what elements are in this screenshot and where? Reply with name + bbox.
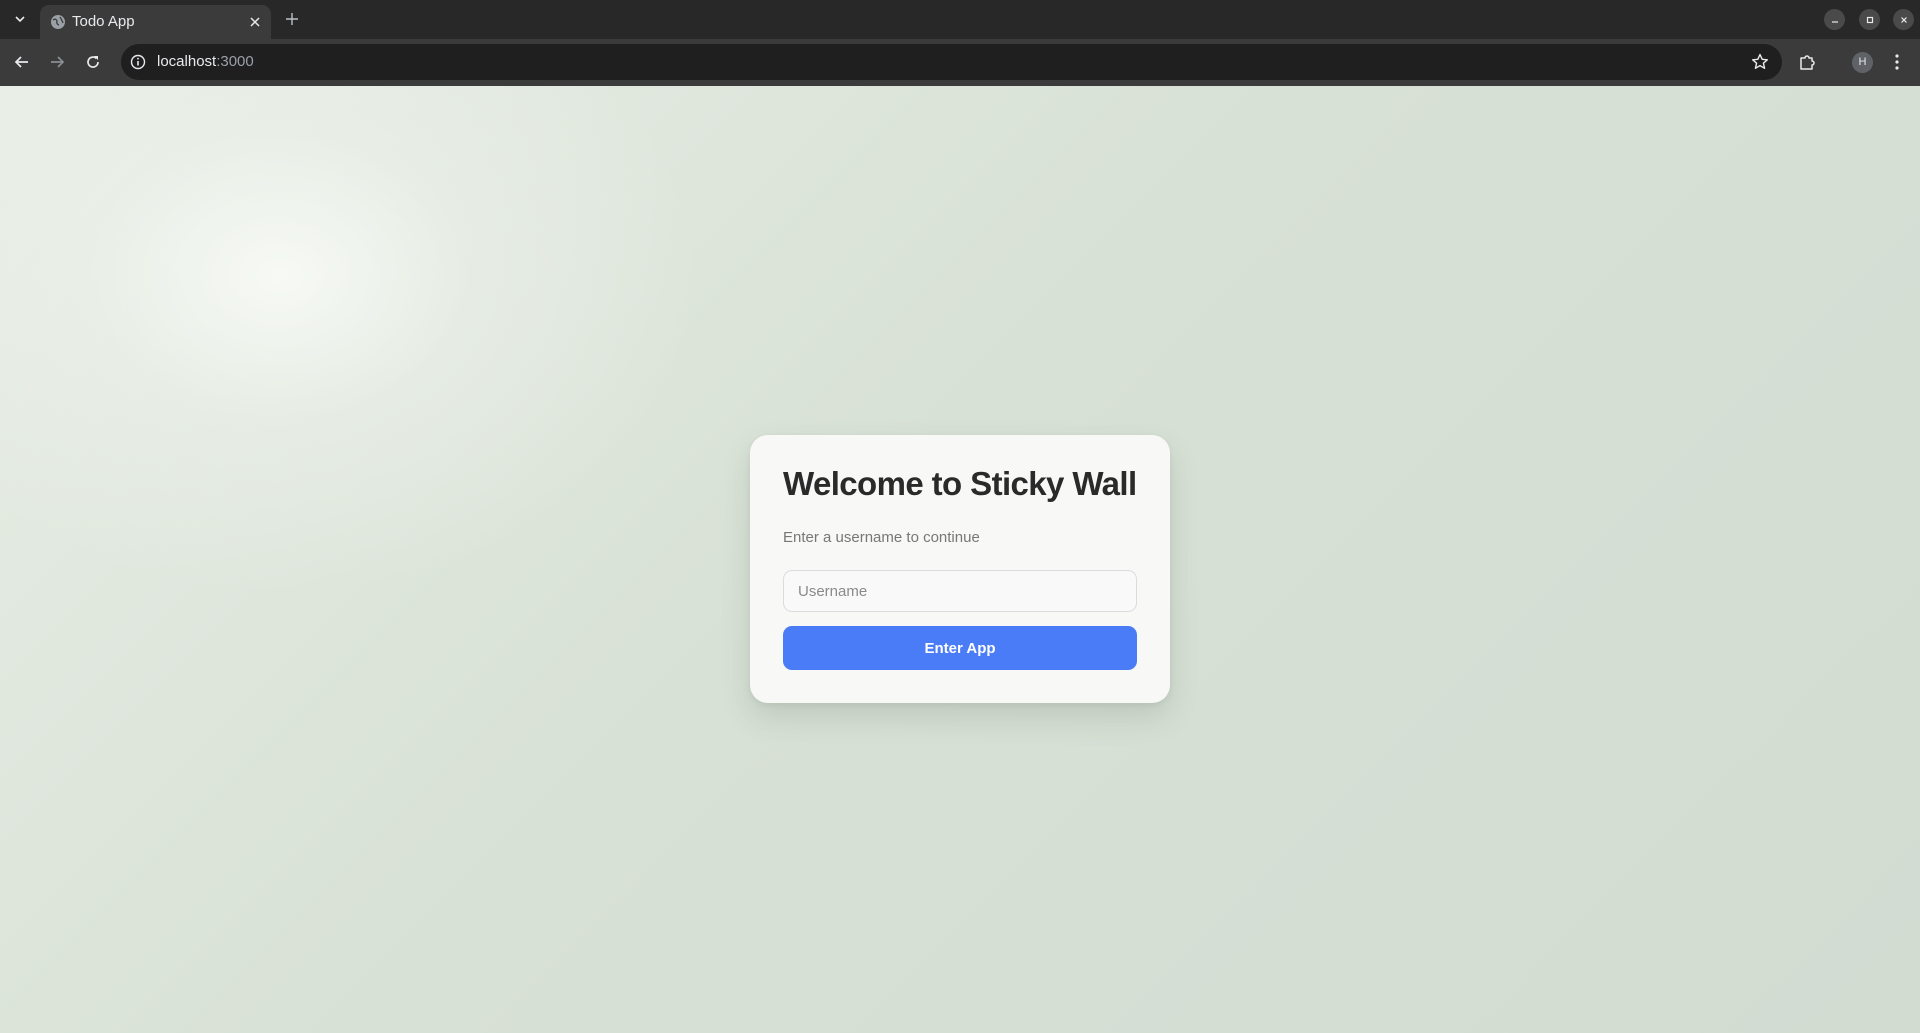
close-window-button[interactable] <box>1893 9 1914 30</box>
forward-button[interactable] <box>46 51 68 73</box>
plus-icon <box>286 13 298 25</box>
arrow-right-icon <box>51 56 65 68</box>
new-tab-button[interactable] <box>282 9 302 29</box>
tab-search-button[interactable] <box>8 8 32 30</box>
browser-tab-bar: Todo App <box>0 0 1920 39</box>
url-text: localhost:3000 <box>157 44 254 80</box>
minimize-icon <box>1831 20 1838 23</box>
extensions-button[interactable] <box>1797 51 1819 73</box>
enter-app-button[interactable]: Enter App <box>783 626 1137 670</box>
address-bar[interactable]: localhost:3000 <box>121 44 1782 80</box>
browser-tab-active[interactable]: Todo App <box>40 5 271 39</box>
login-card: Welcome to Sticky Wall Enter a username … <box>750 435 1170 703</box>
maximize-icon <box>1866 16 1873 23</box>
chevron-down-icon <box>15 16 25 23</box>
profile-avatar[interactable]: H <box>1852 52 1873 73</box>
puzzle-icon <box>1800 55 1815 70</box>
browser-toolbar: localhost:3000 H <box>0 39 1920 86</box>
minimize-button[interactable] <box>1824 9 1845 30</box>
back-button[interactable] <box>11 51 33 73</box>
browser-menu-button[interactable] <box>1886 51 1908 73</box>
reload-button[interactable] <box>82 51 104 73</box>
reload-icon <box>87 56 99 68</box>
more-vertical-icon <box>1895 54 1899 70</box>
close-icon <box>1900 16 1907 23</box>
page-title: Welcome to Sticky Wall <box>783 465 1137 502</box>
info-icon[interactable] <box>129 53 147 71</box>
arrow-left-icon <box>14 56 28 68</box>
url-port: :3000 <box>216 53 254 70</box>
page-viewport: Welcome to Sticky Wall Enter a username … <box>0 86 1920 1033</box>
globe-icon <box>51 15 65 29</box>
maximize-button[interactable] <box>1859 9 1880 30</box>
tab-title: Todo App <box>72 13 135 30</box>
page-subtitle: Enter a username to continue <box>783 529 980 546</box>
star-icon[interactable] <box>1750 52 1770 72</box>
close-icon[interactable] <box>247 14 263 30</box>
url-host: localhost <box>157 53 217 70</box>
username-input[interactable] <box>783 570 1137 612</box>
